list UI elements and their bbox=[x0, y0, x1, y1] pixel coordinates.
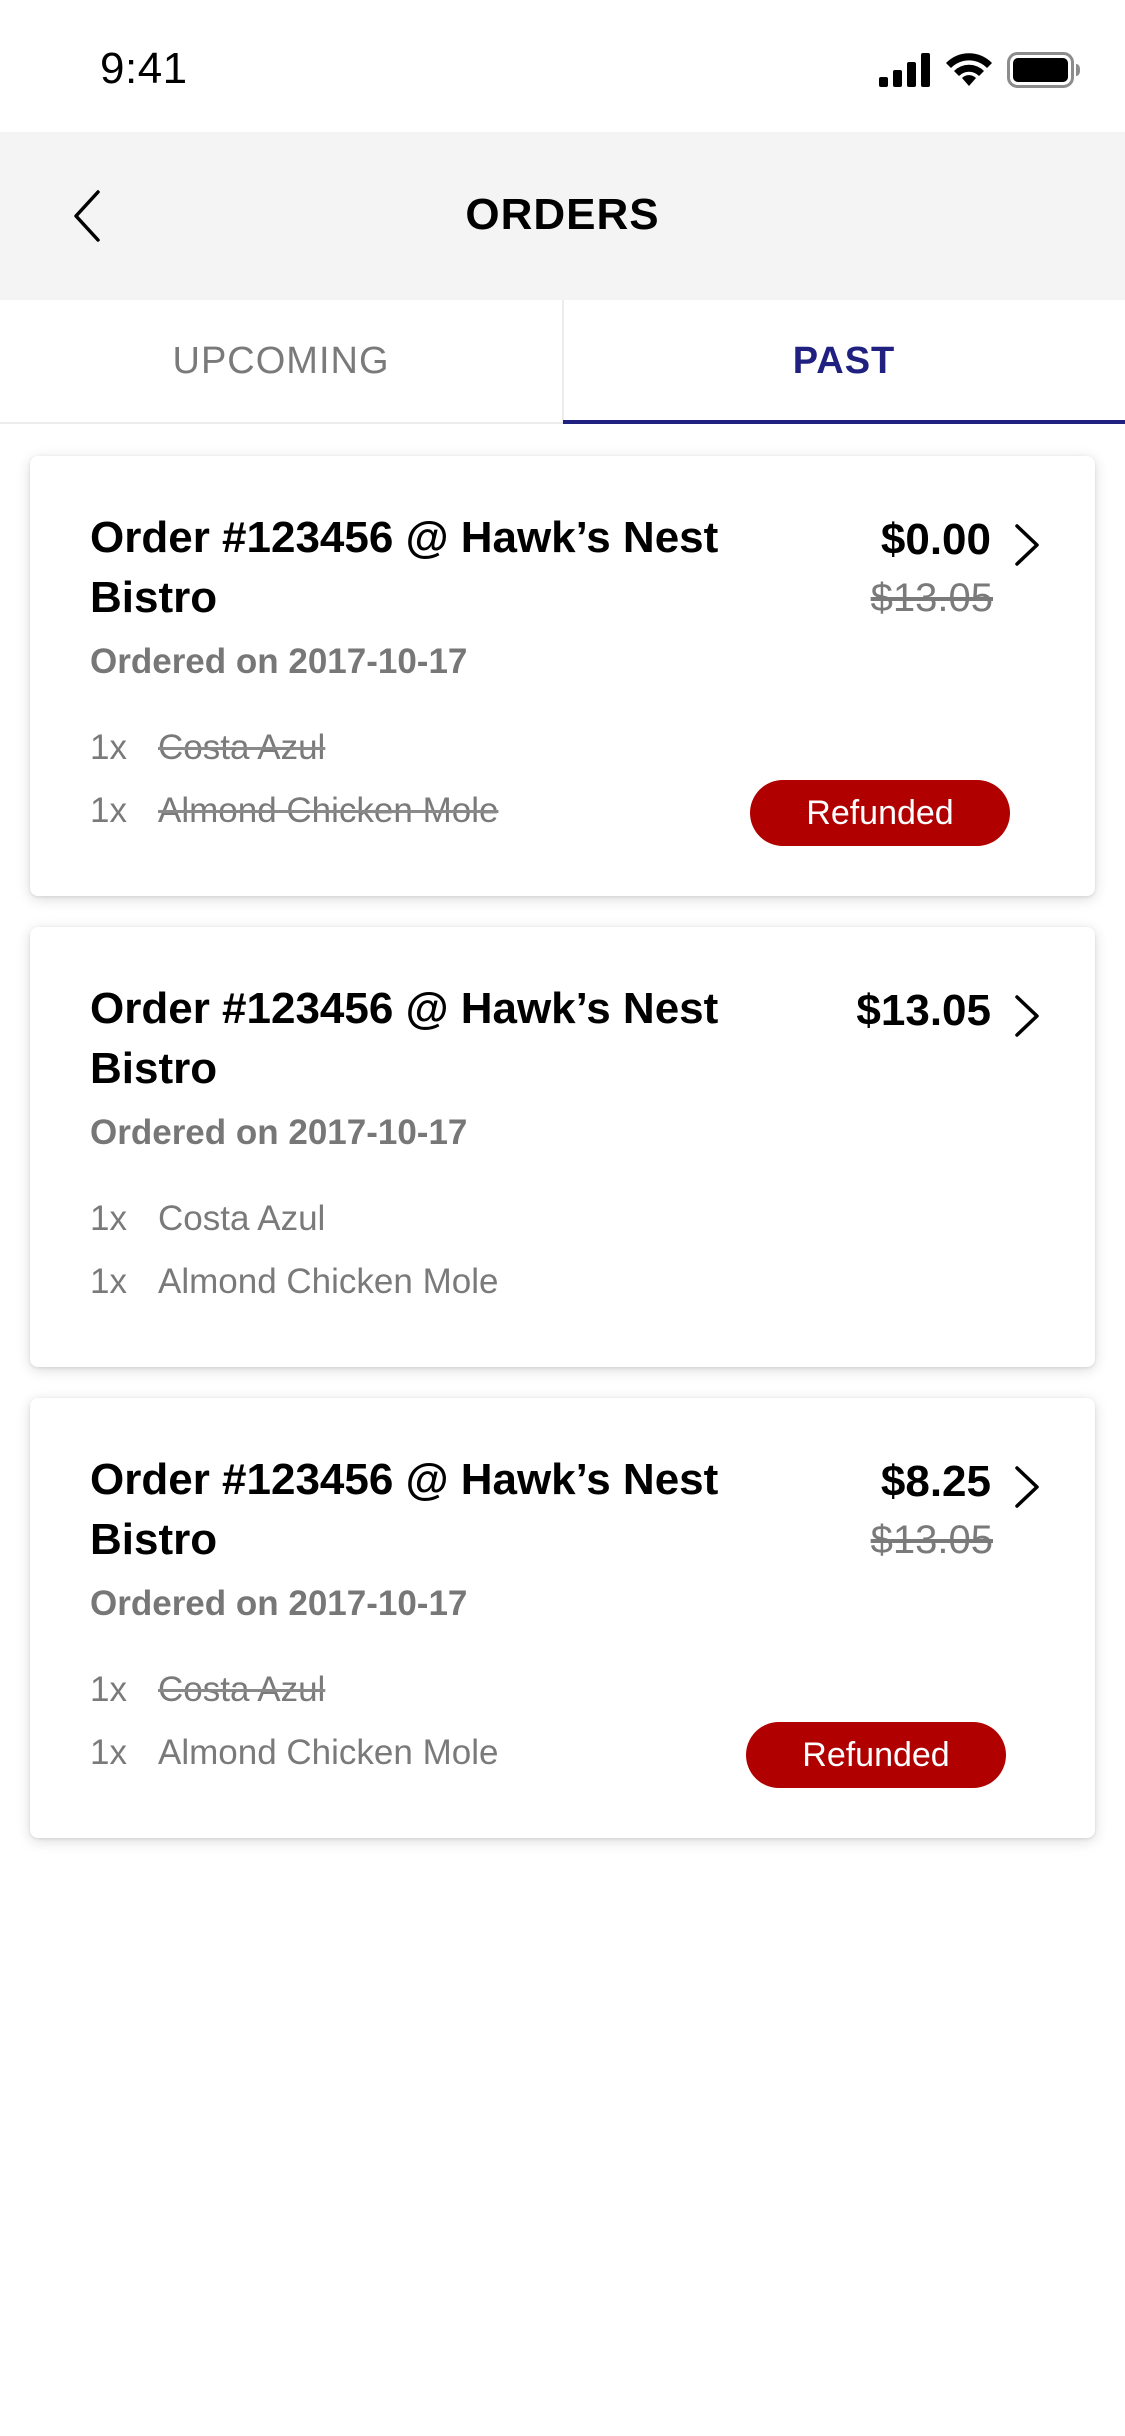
item-name: Costa Azul bbox=[158, 728, 326, 767]
refunded-badge: Refunded bbox=[750, 780, 1010, 846]
order-original-price: $13.05 bbox=[870, 1518, 993, 1562]
status-bar: 9:41 bbox=[0, 0, 1125, 132]
item-quantity: 1x bbox=[90, 1733, 127, 1772]
item-name: Costa Azul bbox=[158, 1670, 326, 1709]
item-name: Almond Chicken Mole bbox=[158, 791, 499, 830]
order-title: Order #123456 @ Hawk’s Nest Bistro bbox=[90, 1455, 719, 1564]
item-quantity: 1x bbox=[90, 728, 127, 767]
status-icons bbox=[879, 50, 1081, 90]
item-name: Costa Azul bbox=[158, 1199, 326, 1238]
order-price: $0.00 bbox=[880, 515, 991, 564]
order-item: 1x Costa Azul bbox=[90, 1199, 325, 1239]
cellular-signal-icon bbox=[879, 53, 930, 87]
order-item: 1x Almond Chicken Mole bbox=[90, 1262, 498, 1302]
wifi-icon bbox=[946, 53, 992, 86]
order-item: 1x Costa Azul bbox=[90, 728, 325, 768]
item-quantity: 1x bbox=[90, 791, 127, 830]
order-title: Order #123456 @ Hawk’s Nest Bistro bbox=[90, 513, 719, 622]
tab-bar: UPCOMING PAST bbox=[0, 300, 1125, 424]
refunded-badge: Refunded bbox=[746, 1722, 1006, 1788]
item-name: Almond Chicken Mole bbox=[158, 1733, 499, 1772]
chevron-right-icon bbox=[1015, 524, 1039, 566]
order-price: $13.05 bbox=[856, 986, 991, 1035]
item-quantity: 1x bbox=[90, 1670, 127, 1709]
order-card[interactable]: Order #123456 @ Hawk’s Nest Bistro $13.0… bbox=[30, 927, 1095, 1367]
order-card[interactable]: Order #123456 @ Hawk’s Nest Bistro $8.25… bbox=[30, 1398, 1095, 1838]
status-time: 9:41 bbox=[100, 44, 188, 93]
item-name: Almond Chicken Mole bbox=[158, 1262, 499, 1301]
order-original-price: $13.05 bbox=[870, 576, 993, 620]
nav-bar: ORDERS bbox=[0, 132, 1125, 300]
active-tab-indicator bbox=[563, 420, 1125, 424]
order-card[interactable]: Order #123456 @ Hawk’s Nest Bistro $0.00… bbox=[30, 456, 1095, 896]
order-date: Ordered on 2017-10-17 bbox=[90, 1584, 468, 1623]
tab-upcoming[interactable]: UPCOMING bbox=[0, 300, 564, 422]
order-item: 1x Costa Azul bbox=[90, 1670, 325, 1710]
chevron-right-icon bbox=[1015, 1466, 1039, 1508]
item-quantity: 1x bbox=[90, 1262, 127, 1301]
chevron-right-icon bbox=[1015, 995, 1039, 1037]
tab-past[interactable]: PAST bbox=[563, 300, 1125, 422]
page-title: ORDERS bbox=[465, 190, 660, 239]
item-quantity: 1x bbox=[90, 1199, 127, 1238]
battery-icon bbox=[1007, 52, 1080, 88]
order-date: Ordered on 2017-10-17 bbox=[90, 1113, 468, 1152]
order-item: 1x Almond Chicken Mole bbox=[90, 1733, 498, 1773]
order-item: 1x Almond Chicken Mole bbox=[90, 791, 498, 831]
order-title: Order #123456 @ Hawk’s Nest Bistro bbox=[90, 984, 719, 1093]
order-price: $8.25 bbox=[880, 1457, 991, 1506]
order-date: Ordered on 2017-10-17 bbox=[90, 642, 468, 681]
